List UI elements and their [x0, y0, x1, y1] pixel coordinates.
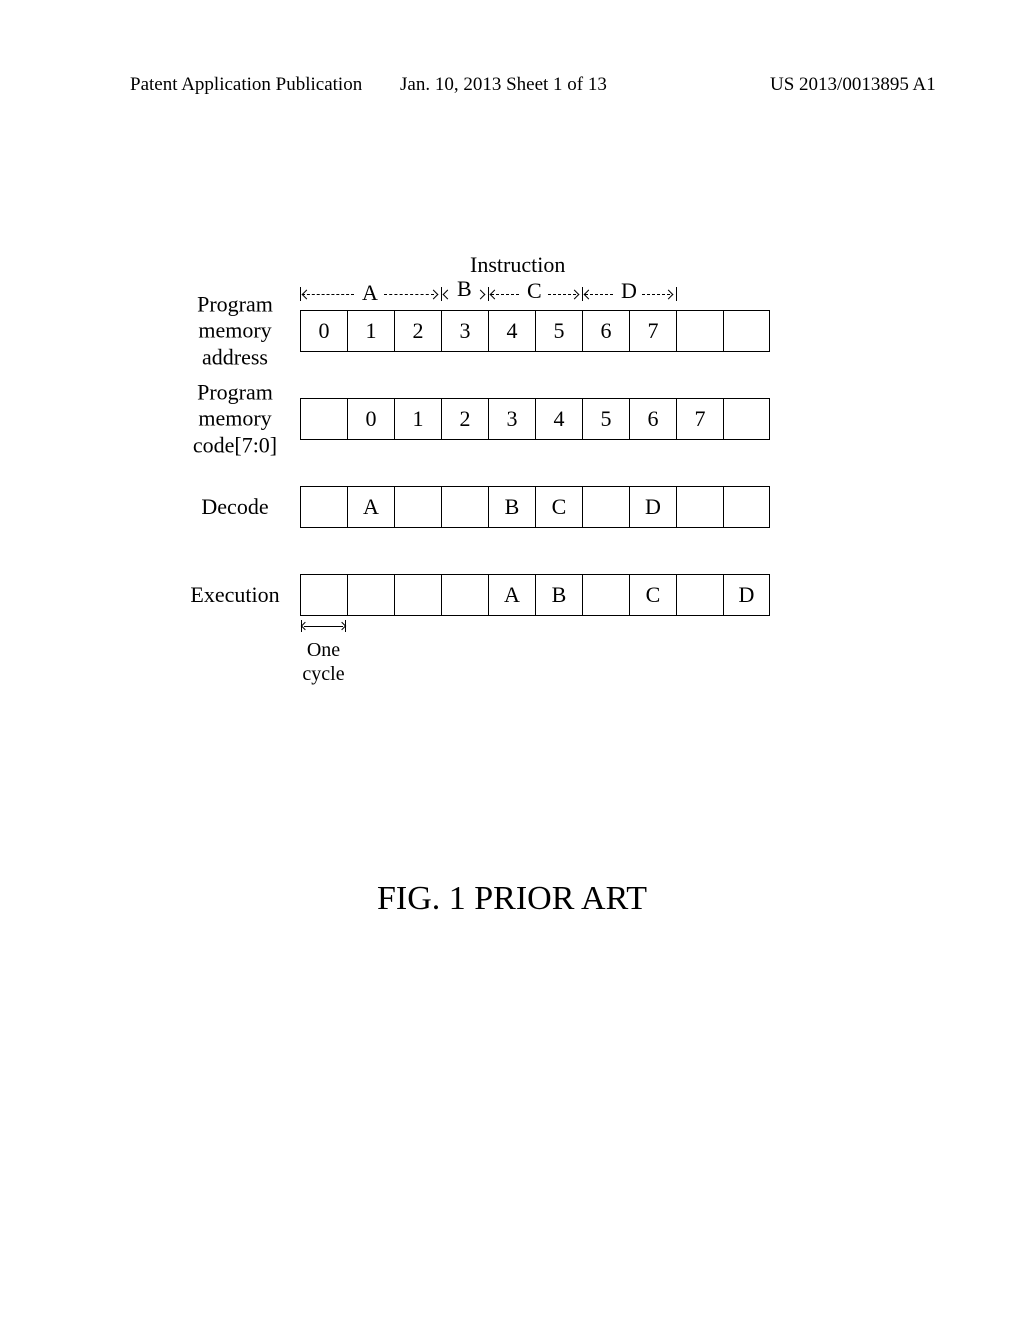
cells: 0 1 2 3 4 5 6 7	[300, 310, 770, 352]
span-line	[585, 294, 613, 295]
row-decode: Decode A B C D	[170, 486, 890, 528]
cell	[300, 398, 347, 440]
cell: D	[629, 486, 676, 528]
cell: 2	[441, 398, 488, 440]
span-letter-c: C	[527, 278, 542, 304]
span-tick	[676, 287, 677, 301]
cell: 5	[582, 398, 629, 440]
cell	[676, 574, 723, 616]
one-cycle-label: One cycle	[300, 638, 347, 686]
figure-caption: FIG. 1 PRIOR ART	[0, 880, 1024, 918]
instruction-label: Instruction	[470, 252, 565, 278]
arrowhead-right-icon	[570, 290, 580, 300]
cell: 6	[582, 310, 629, 352]
row-label: Decode	[170, 494, 300, 520]
cell	[441, 574, 488, 616]
cell: C	[629, 574, 676, 616]
cell: 4	[488, 310, 535, 352]
cell	[582, 574, 629, 616]
row-execution: Execution A B C D	[170, 574, 890, 616]
cell	[723, 486, 770, 528]
page: Patent Application Publication Jan. 10, …	[0, 0, 1024, 1320]
arrowhead-right-icon	[664, 290, 674, 300]
cell	[723, 398, 770, 440]
cell	[347, 574, 394, 616]
cell: 0	[347, 398, 394, 440]
cell: 7	[676, 398, 723, 440]
cell	[300, 486, 347, 528]
cell	[723, 310, 770, 352]
cell: A	[488, 574, 535, 616]
header-left: Patent Application Publication	[130, 74, 362, 96]
cells: A B C D	[300, 574, 770, 616]
cell	[441, 486, 488, 528]
row-label: Execution	[170, 582, 300, 608]
cell: C	[535, 486, 582, 528]
cell: 6	[629, 398, 676, 440]
row-program-memory-address: Program memory address 0 1 2 3 4 5 6 7	[170, 310, 890, 352]
cell	[676, 310, 723, 352]
cell	[300, 574, 347, 616]
row-program-memory-code: Program memory code[7:0] 0 1 2 3 4 5 6 7	[170, 398, 890, 440]
cell: A	[347, 486, 394, 528]
cell	[676, 486, 723, 528]
row-label: Program memory code[7:0]	[170, 379, 300, 458]
cell: 1	[394, 398, 441, 440]
row-label: Program memory address	[170, 291, 300, 370]
cells: A B C D	[300, 486, 770, 528]
span-letter-b: B	[457, 276, 472, 302]
cell: 3	[488, 398, 535, 440]
cell: 7	[629, 310, 676, 352]
header-center: Jan. 10, 2013 Sheet 1 of 13	[400, 74, 607, 96]
instruction-spans: A B C D	[300, 282, 770, 310]
cell: D	[723, 574, 770, 616]
span-line	[302, 294, 354, 295]
double-arrow-icon	[300, 620, 347, 634]
cell: 2	[394, 310, 441, 352]
header-right: US 2013/0013895 A1	[770, 74, 936, 96]
span-letter-a: A	[362, 280, 378, 306]
timing-diagram: Instruction A B C	[170, 310, 890, 662]
one-cycle-indicator: One cycle	[300, 620, 347, 686]
cell: B	[488, 486, 535, 528]
arrowhead-right-icon	[476, 290, 486, 300]
arrowhead-left-icon	[443, 290, 453, 300]
cell: 1	[347, 310, 394, 352]
arrowhead-right-icon	[429, 290, 439, 300]
cell: 3	[441, 310, 488, 352]
span-line	[491, 294, 519, 295]
cell	[394, 574, 441, 616]
cell	[394, 486, 441, 528]
span-line	[384, 294, 434, 295]
span-letter-d: D	[621, 278, 637, 304]
cell: 0	[300, 310, 347, 352]
cells: 0 1 2 3 4 5 6 7	[300, 398, 770, 440]
cell: 5	[535, 310, 582, 352]
cell: 4	[535, 398, 582, 440]
cell	[582, 486, 629, 528]
cell: B	[535, 574, 582, 616]
